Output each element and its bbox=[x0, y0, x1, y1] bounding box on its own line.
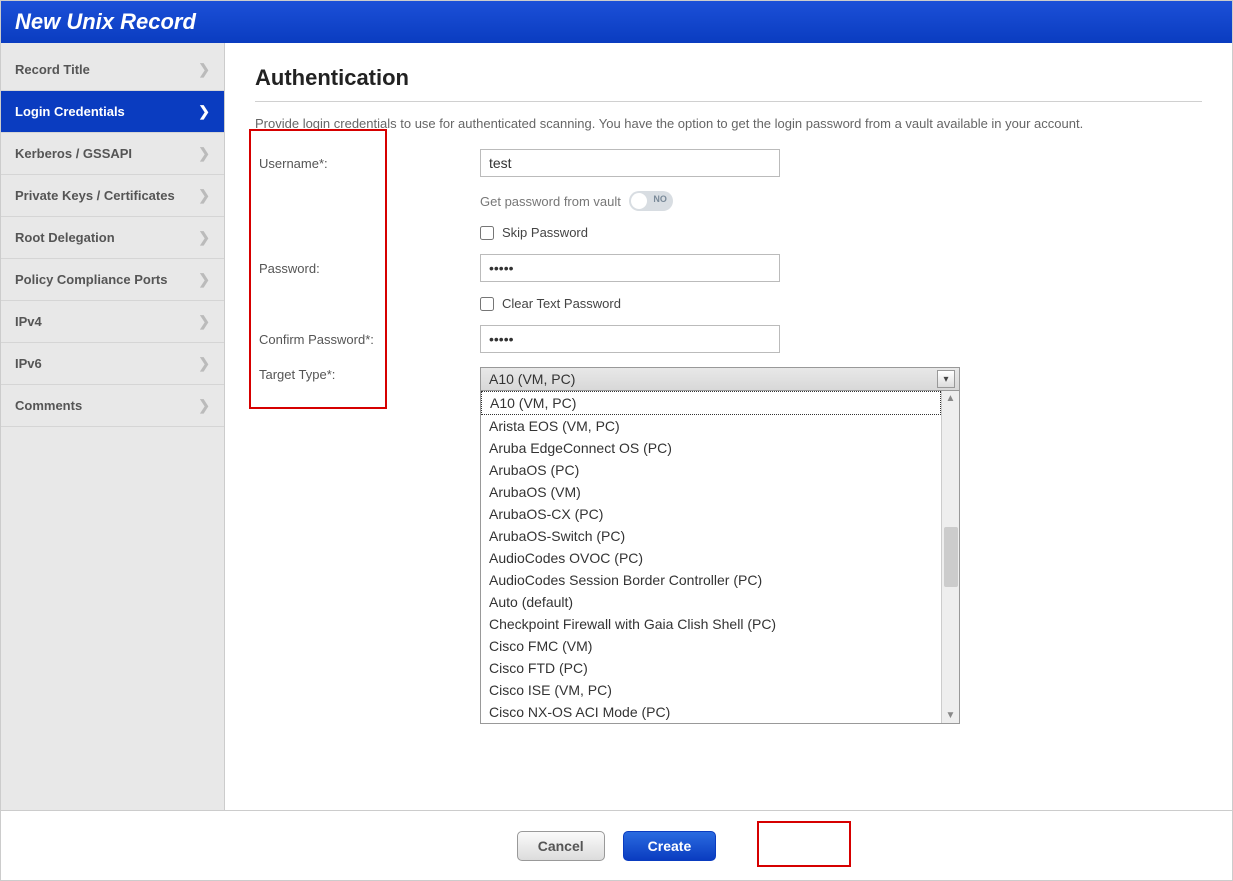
dropdown-option[interactable]: AudioCodes OVOC (PC) bbox=[481, 547, 941, 569]
main-panel: Authentication Provide login credentials… bbox=[225, 43, 1232, 810]
dropdown-list: A10 (VM, PC) Arista EOS (VM, PC) Aruba E… bbox=[481, 391, 941, 723]
sidebar-item-label: Comments bbox=[15, 398, 82, 413]
sidebar: Record Title ❯ Login Credentials ❯ Kerbe… bbox=[1, 43, 225, 810]
dialog-footer: Cancel Create bbox=[1, 810, 1232, 880]
skip-password-label: Skip Password bbox=[502, 225, 588, 240]
sidebar-item-label: IPv6 bbox=[15, 356, 42, 371]
sidebar-item-label: Record Title bbox=[15, 62, 90, 77]
sidebar-item-label: Kerberos / GSSAPI bbox=[15, 146, 132, 161]
password-label: Password: bbox=[255, 261, 480, 276]
sidebar-item-label: Policy Compliance Ports bbox=[15, 272, 167, 287]
username-label: Username*: bbox=[255, 156, 480, 171]
clear-text-checkbox[interactable] bbox=[480, 297, 494, 311]
sidebar-item-label: Private Keys / Certificates bbox=[15, 188, 175, 203]
skip-password-checkbox[interactable] bbox=[480, 226, 494, 240]
dialog-header: New Unix Record bbox=[1, 1, 1232, 43]
target-type-dropdown: A10 (VM, PC) Arista EOS (VM, PC) Aruba E… bbox=[480, 391, 960, 724]
toggle-knob bbox=[631, 193, 647, 209]
section-title: Authentication bbox=[255, 65, 1202, 91]
dropdown-option[interactable]: AudioCodes Session Border Controller (PC… bbox=[481, 569, 941, 591]
sidebar-item-login-credentials[interactable]: Login Credentials ❯ bbox=[1, 91, 224, 133]
vault-toggle[interactable]: NO bbox=[629, 191, 673, 211]
target-type-selected: A10 (VM, PC) bbox=[489, 371, 575, 387]
dropdown-icon: ▾ bbox=[937, 370, 955, 388]
dropdown-option[interactable]: Aruba EdgeConnect OS (PC) bbox=[481, 437, 941, 459]
chevron-right-icon: ❯ bbox=[198, 145, 210, 162]
dropdown-option[interactable]: ArubaOS-CX (PC) bbox=[481, 503, 941, 525]
divider bbox=[255, 101, 1202, 102]
clear-text-label: Clear Text Password bbox=[502, 296, 621, 311]
dialog-title: New Unix Record bbox=[15, 9, 196, 35]
dropdown-option[interactable]: A10 (VM, PC) bbox=[481, 391, 941, 415]
chevron-right-icon: ❯ bbox=[198, 397, 210, 414]
create-button[interactable]: Create bbox=[623, 831, 717, 861]
target-type-select[interactable]: A10 (VM, PC) ▾ bbox=[480, 367, 960, 391]
dropdown-option[interactable]: Cisco FTD (PC) bbox=[481, 657, 941, 679]
chevron-right-icon: ❯ bbox=[198, 355, 210, 372]
sidebar-item-policy-compliance[interactable]: Policy Compliance Ports ❯ bbox=[1, 259, 224, 301]
dropdown-option[interactable]: Checkpoint Firewall with Gaia Clish Shel… bbox=[481, 613, 941, 635]
chevron-right-icon: ❯ bbox=[198, 103, 210, 120]
chevron-right-icon: ❯ bbox=[198, 187, 210, 204]
password-input[interactable] bbox=[480, 254, 780, 282]
target-type-label: Target Type*: bbox=[255, 367, 480, 382]
dropdown-option[interactable]: ArubaOS-Switch (PC) bbox=[481, 525, 941, 547]
chevron-right-icon: ❯ bbox=[198, 61, 210, 78]
scroll-down-icon: ▼ bbox=[946, 708, 956, 723]
dropdown-option[interactable]: Cisco FMC (VM) bbox=[481, 635, 941, 657]
confirm-password-label: Confirm Password*: bbox=[255, 332, 480, 347]
section-intro: Provide login credentials to use for aut… bbox=[255, 116, 1202, 131]
vault-label: Get password from vault bbox=[480, 194, 621, 209]
sidebar-item-record-title[interactable]: Record Title ❯ bbox=[1, 49, 224, 91]
dropdown-option[interactable]: Cisco NX-OS ACI Mode (PC) bbox=[481, 701, 941, 723]
username-input[interactable] bbox=[480, 149, 780, 177]
sidebar-item-comments[interactable]: Comments ❯ bbox=[1, 385, 224, 427]
dropdown-option[interactable]: Arista EOS (VM, PC) bbox=[481, 415, 941, 437]
sidebar-item-ipv4[interactable]: IPv4 ❯ bbox=[1, 301, 224, 343]
chevron-right-icon: ❯ bbox=[198, 313, 210, 330]
chevron-right-icon: ❯ bbox=[198, 271, 210, 288]
dropdown-option[interactable]: ArubaOS (VM) bbox=[481, 481, 941, 503]
confirm-password-input[interactable] bbox=[480, 325, 780, 353]
sidebar-item-private-keys[interactable]: Private Keys / Certificates ❯ bbox=[1, 175, 224, 217]
sidebar-item-label: Root Delegation bbox=[15, 230, 115, 245]
chevron-right-icon: ❯ bbox=[198, 229, 210, 246]
cancel-button[interactable]: Cancel bbox=[517, 831, 605, 861]
sidebar-item-root-delegation[interactable]: Root Delegation ❯ bbox=[1, 217, 224, 259]
dropdown-option[interactable]: ArubaOS (PC) bbox=[481, 459, 941, 481]
scroll-up-icon: ▲ bbox=[946, 391, 956, 406]
sidebar-item-label: IPv4 bbox=[15, 314, 42, 329]
sidebar-item-ipv6[interactable]: IPv6 ❯ bbox=[1, 343, 224, 385]
dropdown-option[interactable]: Cisco ISE (VM, PC) bbox=[481, 679, 941, 701]
scroll-thumb[interactable] bbox=[944, 527, 958, 587]
dropdown-scrollbar[interactable]: ▲ ▼ bbox=[941, 391, 959, 723]
sidebar-item-kerberos[interactable]: Kerberos / GSSAPI ❯ bbox=[1, 133, 224, 175]
toggle-state: NO bbox=[653, 194, 667, 204]
dropdown-option[interactable]: Auto (default) bbox=[481, 591, 941, 613]
sidebar-item-label: Login Credentials bbox=[15, 104, 125, 119]
